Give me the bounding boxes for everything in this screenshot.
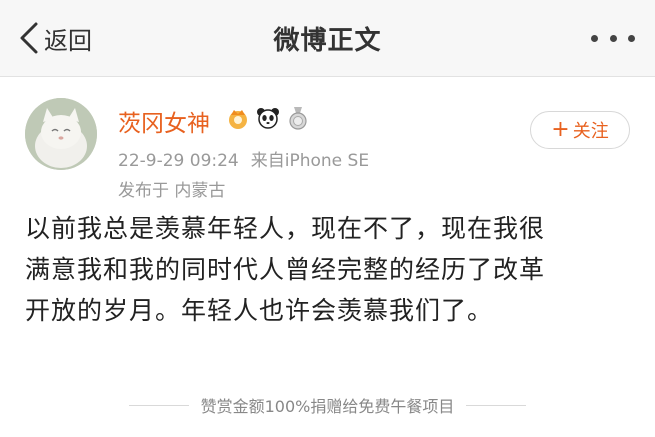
post-text-line: 满意我和我的同时代人曾经完整的经历了改革 — [25, 255, 546, 284]
divider — [466, 404, 527, 406]
post-source[interactable]: 来自iPhone SE — [251, 151, 369, 171]
post-content: 以前我总是羡慕年轻人，现在不了，现在我很 满意我和我的同时代人曾经完整的经历了改… — [25, 208, 635, 331]
follow-button[interactable]: + 关注 — [530, 111, 630, 149]
crown-badge-icon — [229, 110, 247, 129]
more-dots-icon[interactable] — [591, 30, 635, 46]
post-meta: 22-9-29 09:24 来自iPhone SE — [118, 146, 369, 171]
panda-badge-icon — [257, 108, 279, 129]
donation-note: 赞赏金额100%捐赠给免费午餐项目 — [0, 394, 655, 416]
medal-badge-icon — [289, 107, 307, 130]
follow-label: 关注 — [572, 121, 609, 142]
post-text-line: 开放的岁月。年轻人也许会羡慕我们了。 — [25, 296, 494, 325]
page-title: 微博正文 — [273, 26, 382, 56]
navigation-bar: 返回 微博正文 — [0, 0, 655, 77]
plus-icon: + — [551, 117, 570, 142]
post-location: 发布于 内蒙古 — [118, 181, 226, 201]
username[interactable]: 茨冈女神 — [118, 104, 210, 138]
avatar[interactable] — [25, 98, 97, 170]
post-time: 22-9-29 09:24 — [118, 151, 239, 171]
divider — [128, 404, 189, 406]
post-text-line: 以前我总是羡慕年轻人，现在不了，现在我很 — [25, 214, 546, 243]
donation-text: 赞赏金额100%捐赠给免费午餐项目 — [200, 397, 455, 416]
user-badges — [226, 106, 310, 130]
